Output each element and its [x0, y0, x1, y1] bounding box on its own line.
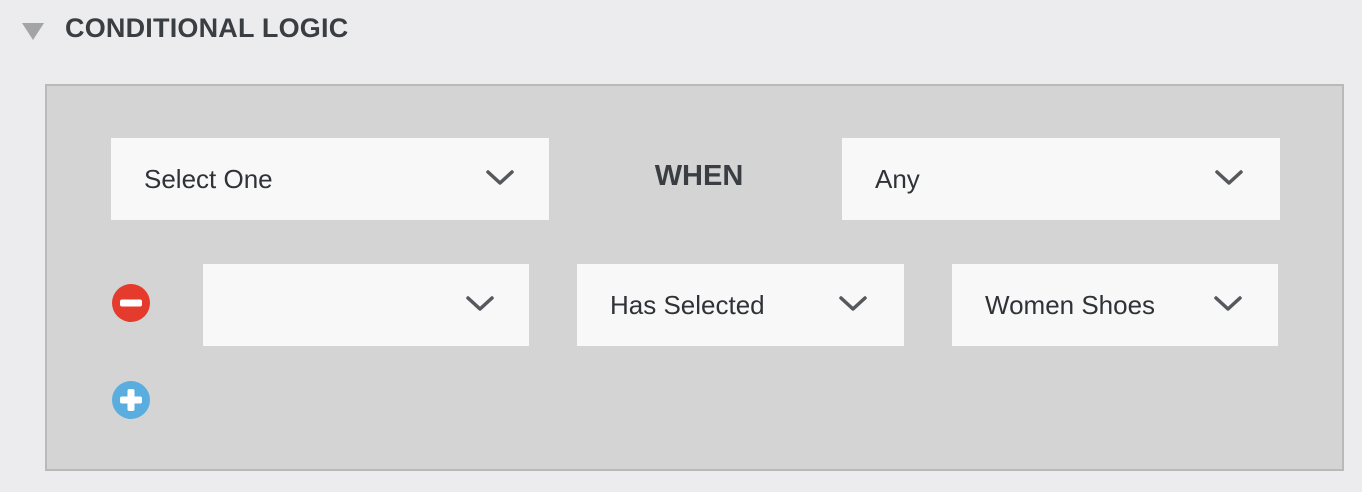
- chevron-down-icon: [1214, 162, 1244, 192]
- conditional-logic-header[interactable]: CONDITIONAL LOGIC: [22, 6, 348, 50]
- triangle-down-icon[interactable]: [22, 22, 44, 40]
- condition-value-select[interactable]: Women Shoes: [952, 264, 1278, 346]
- chevron-down-icon: [1213, 288, 1243, 318]
- conditional-logic-panel: Select One WHEN Any Has Selected Women S…: [45, 84, 1344, 471]
- condition-field-select[interactable]: [203, 264, 529, 346]
- add-condition-button[interactable]: [111, 380, 151, 420]
- chevron-down-icon: [485, 162, 515, 192]
- remove-condition-button[interactable]: [111, 283, 151, 323]
- match-select[interactable]: Any: [842, 138, 1280, 220]
- section-title: CONDITIONAL LOGIC: [65, 12, 349, 43]
- minus-circle-icon: [112, 284, 150, 322]
- chevron-down-icon: [465, 288, 495, 318]
- conditional-logic-page: CONDITIONAL LOGIC Select One WHEN Any Ha…: [0, 0, 1362, 492]
- when-label: WHEN: [654, 160, 744, 192]
- chevron-down-icon: [838, 288, 868, 318]
- action-select-value: Select One: [144, 163, 273, 194]
- condition-operator-select[interactable]: Has Selected: [577, 264, 904, 346]
- action-select[interactable]: Select One: [111, 138, 549, 220]
- plus-circle-icon: [112, 381, 150, 419]
